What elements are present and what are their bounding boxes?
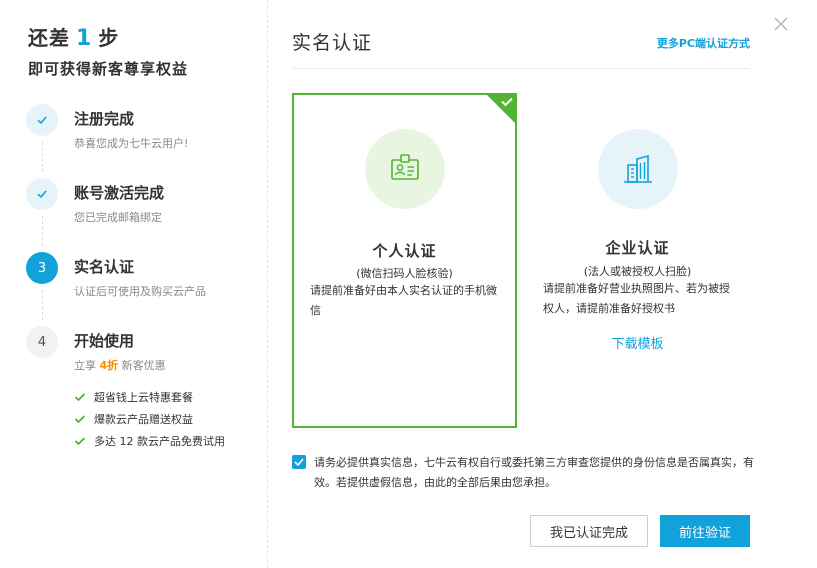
step-title: 实名认证: [74, 258, 135, 276]
offer-suffix: 新客优惠: [121, 359, 166, 372]
step-connector: [42, 216, 43, 246]
check-icon: [37, 190, 47, 199]
selected-corner-badge: [485, 93, 517, 125]
enterprise-verification-card[interactable]: 企业认证 (法人或被授权人扫脸) 请提前准备好营业执照图片、若为被授权人，请提前…: [525, 93, 750, 428]
step-title: 账号激活完成: [74, 184, 165, 202]
step-done-marker: [26, 104, 58, 136]
benefit-item: 超省钱上云特惠套餐: [74, 386, 225, 408]
card-subtitle: (微信扫码人脸核验): [356, 267, 453, 280]
discount-highlight: 4折: [99, 359, 119, 372]
step-number: 4: [26, 326, 58, 358]
card-title: 个人认证: [372, 242, 437, 260]
benefit-item: 爆款云产品赠送权益: [74, 408, 225, 430]
more-auth-methods-link[interactable]: 更多PC端认证方式: [657, 35, 750, 51]
check-icon: [37, 116, 47, 125]
check-icon: [74, 393, 86, 402]
step-connector: [42, 290, 43, 320]
card-subtitle: (法人或被授权人扫脸): [583, 265, 692, 278]
step-done-marker: [26, 178, 58, 210]
benefit-item: 多达 12 款云产品免费试用: [74, 430, 225, 452]
benefit-text: 爆款云产品赠送权益: [94, 413, 193, 426]
progress-panel: 还差 1 步 即可获得新客尊享权益 注册完成 恭喜您成为七牛云用户! 账号激活完成 …: [0, 0, 268, 568]
step-desc: 您已完成邮箱绑定: [74, 211, 162, 224]
headline-prefix: 还差: [28, 26, 70, 50]
agreement-text: 请务必提供真实信息，七牛云有权自行或委托第三方审查您提供的身份信息是否属真实，有…: [314, 456, 754, 489]
step-title: 开始使用: [74, 332, 135, 350]
go-verify-button[interactable]: 前往验证: [660, 515, 750, 547]
remaining-steps-count: 1: [76, 26, 93, 51]
check-icon: [74, 415, 86, 424]
progress-headline: 还差 1 步: [28, 22, 119, 51]
benefit-list: 超省钱上云特惠套餐 爆款云产品赠送权益 多达 12 款云产品免费试用: [74, 386, 225, 452]
progress-subtitle: 即可获得新客尊享权益: [28, 60, 189, 78]
verified-done-button[interactable]: 我已认证完成: [530, 515, 648, 547]
check-icon: [74, 437, 86, 446]
page-title: 实名认证: [292, 32, 373, 54]
close-icon[interactable]: [774, 17, 790, 33]
card-description: 请提前准备好营业执照图片、若为被授权人，请提前准备好授权书: [543, 282, 730, 315]
card-title: 企业认证: [605, 239, 670, 257]
verification-panel: 实名认证 更多PC端认证方式 个人认证 (微信扫码人脸核验) 请提前准备好由本人…: [292, 0, 754, 568]
step-desc: 认证后可使用及购买云产品: [74, 285, 206, 298]
step-desc: 立享 4折 新客优惠: [74, 357, 166, 373]
download-template-link[interactable]: 下载模板: [525, 333, 750, 352]
personal-verification-card[interactable]: 个人认证 (微信扫码人脸核验) 请提前准备好由本人实名认证的手机微信: [292, 93, 517, 428]
headline-suffix: 步: [98, 26, 120, 50]
card-description: 请提前准备好由本人实名认证的手机微信: [310, 284, 497, 317]
step-desc: 恭喜您成为七牛云用户!: [74, 137, 189, 150]
offer-prefix: 立享: [74, 359, 96, 372]
building-icon: [597, 129, 678, 209]
divider: [292, 68, 750, 69]
step-connector: [42, 142, 43, 172]
benefit-text: 超省钱上云特惠套餐: [94, 391, 193, 404]
benefit-text: 多达 12 款云产品免费试用: [94, 435, 225, 448]
id-badge-icon: [364, 129, 445, 209]
step-number: 3: [26, 252, 58, 284]
agreement-checkbox[interactable]: [292, 455, 306, 469]
step-title: 注册完成: [74, 110, 135, 128]
check-icon: [485, 93, 517, 125]
check-icon: [294, 458, 304, 466]
